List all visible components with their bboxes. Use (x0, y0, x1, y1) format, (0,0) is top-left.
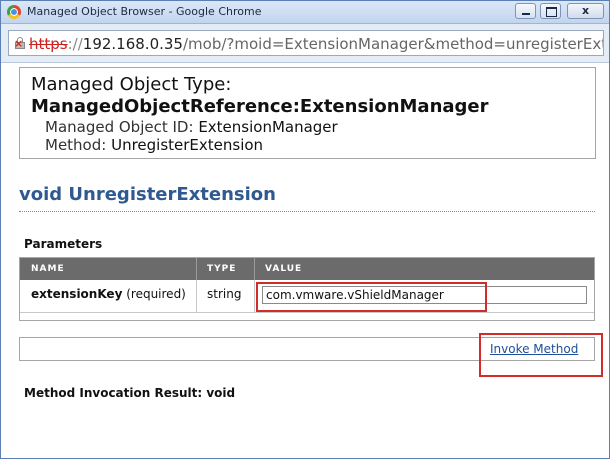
method-label: Method: (45, 136, 107, 154)
minimize-button[interactable] (515, 3, 536, 19)
close-button[interactable]: x (567, 3, 604, 19)
url-host: 192.168.0.35 (82, 35, 183, 53)
invoke-method-link[interactable]: Invoke Method (490, 342, 578, 356)
url-path: /mob/?moid=ExtensionManager&method=unreg… (182, 35, 604, 53)
managed-object-type-label: Managed Object Type: (31, 74, 232, 95)
url-field[interactable]: × https://192.168.0.35/mob/?moid=Extensi… (8, 30, 604, 56)
heading-divider (19, 211, 595, 213)
title-bar: Managed Object Browser - Google Chrome x (1, 1, 609, 24)
minimize-icon (522, 13, 530, 15)
column-header-type: TYPE (207, 264, 237, 274)
param-required-tag: (required) (126, 287, 186, 301)
parameters-heading: Parameters (24, 237, 103, 251)
maximize-button[interactable] (540, 3, 561, 19)
method-row: Method: UnregisterExtension (45, 136, 263, 154)
maximize-icon (546, 7, 557, 17)
window-title: Managed Object Browser - Google Chrome (27, 5, 262, 18)
method-value: UnregisterExtension (111, 136, 264, 154)
param-name: extensionKey (31, 287, 123, 301)
row-divider (20, 312, 594, 313)
method-signature-heading: void UnregisterExtension (19, 184, 276, 205)
managed-object-type-value: ManagedObjectReference:ExtensionManager (31, 96, 489, 117)
param-name-cell: extensionKey (required) (31, 280, 186, 312)
managed-object-id-row: Managed Object ID: ExtensionManager (45, 118, 338, 136)
url-scheme: https (29, 35, 68, 53)
table-header-row: NAME TYPE VALUE (20, 258, 594, 280)
column-header-name: NAME (31, 264, 65, 274)
invocation-result: Method Invocation Result: void (24, 386, 236, 400)
managed-object-id-value: ExtensionManager (198, 118, 338, 136)
managed-object-id-label: Managed Object ID: (45, 118, 194, 136)
url-separator: :// (67, 35, 83, 53)
url-text[interactable]: https://192.168.0.35/mob/?moid=Extension… (29, 35, 604, 53)
browser-window: Managed Object Browser - Google Chrome x… (0, 0, 610, 459)
param-type: string (207, 287, 242, 301)
broken-lock-icon[interactable]: × (14, 37, 25, 49)
column-header-value: VALUE (265, 264, 303, 274)
chrome-icon (7, 5, 21, 19)
managed-object-header: Managed Object Type: ManagedObjectRefere… (19, 67, 596, 159)
extension-key-input[interactable] (262, 286, 587, 304)
close-icon: x (581, 4, 590, 17)
address-bar: × https://192.168.0.35/mob/?moid=Extensi… (1, 24, 609, 63)
